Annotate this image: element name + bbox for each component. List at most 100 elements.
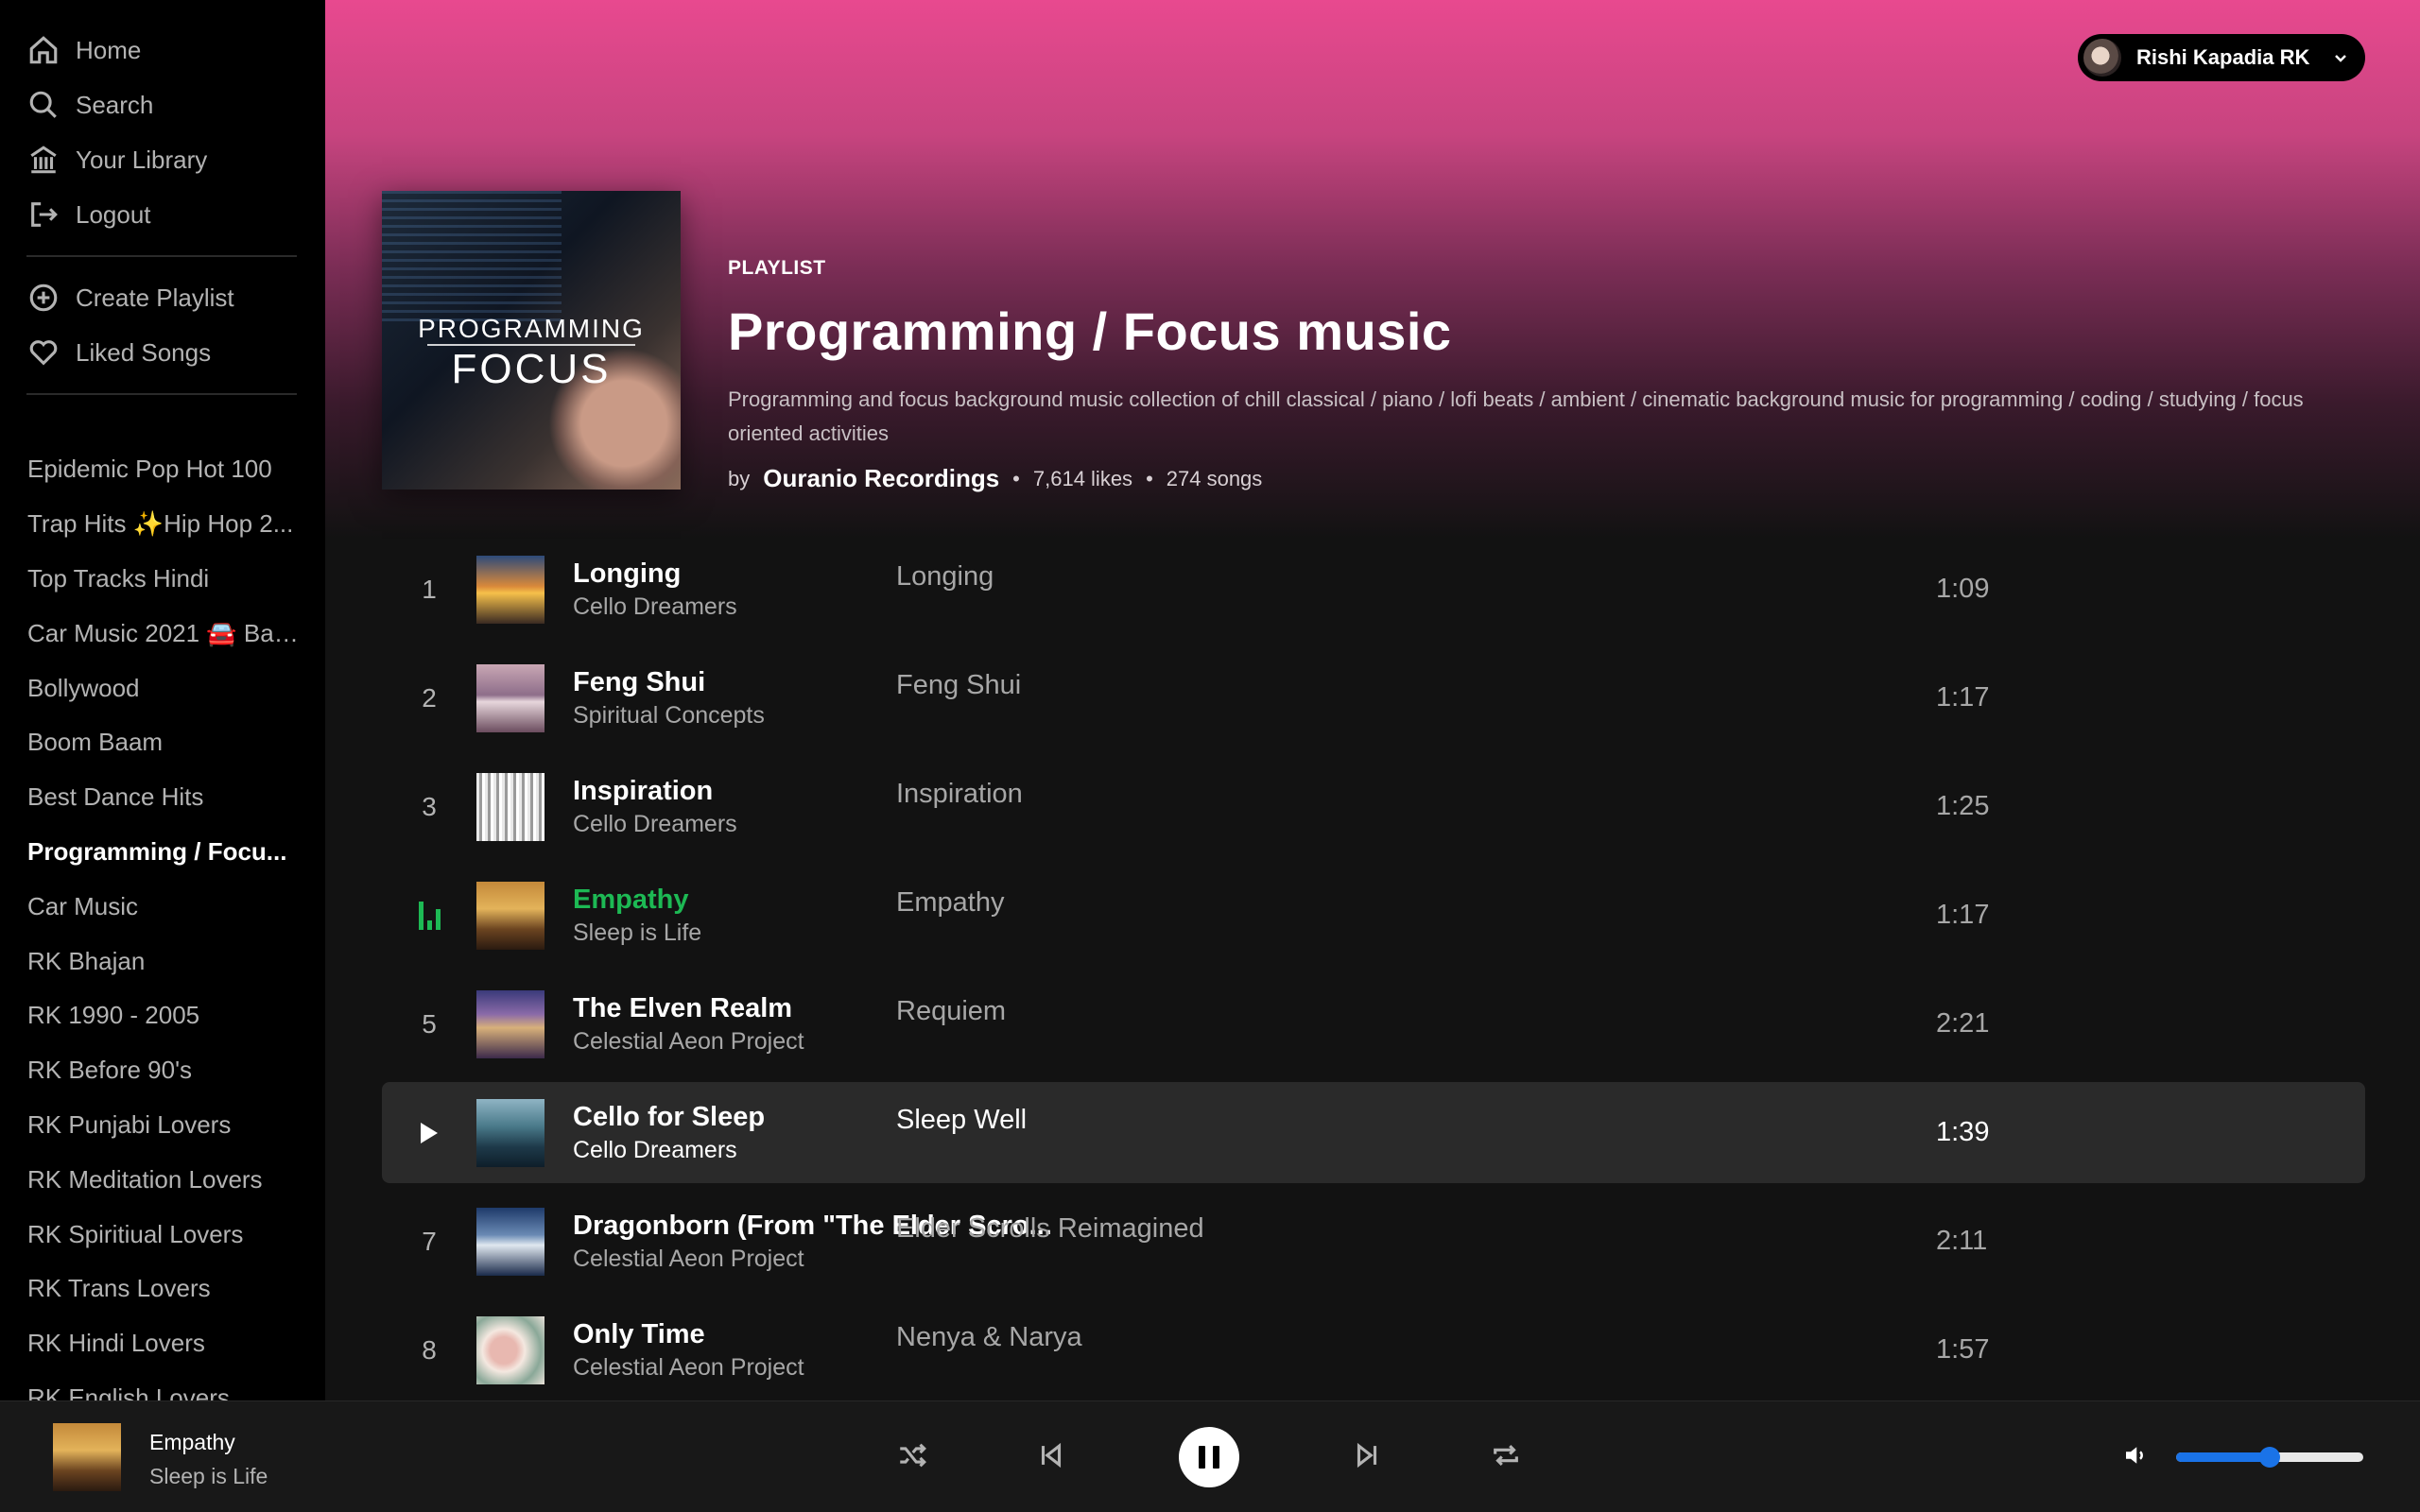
now-playing-title[interactable]: Empathy (149, 1430, 235, 1455)
track-album[interactable]: Empathy (896, 887, 1004, 919)
repeat-button[interactable] (1485, 1436, 1527, 1478)
sidebar-playlist-item[interactable]: RK Bhajan (0, 934, 325, 988)
playlist-owner-link[interactable]: Ouranio Recordings (763, 464, 999, 493)
track-album[interactable]: Longing (896, 561, 994, 593)
now-playing-artwork (53, 1423, 121, 1491)
track-row[interactable]: 3 Inspiration Cello Dreamers Inspiration… (382, 756, 2365, 857)
sidebar-playlist-item[interactable]: RK Hindi Lovers (0, 1316, 325, 1371)
playlist-type: PLAYLIST (728, 257, 826, 279)
playlist-label: Epidemic Pop Hot 100 (27, 455, 272, 484)
now-playing-artist[interactable]: Sleep is Life (149, 1464, 268, 1489)
nav-home[interactable]: Home (0, 23, 325, 77)
track-artist[interactable]: Cello Dreamers (573, 811, 1083, 838)
cover-code-decoration (382, 191, 562, 326)
next-button[interactable] (1346, 1436, 1388, 1478)
track-artwork (476, 772, 544, 841)
track-duration: 1:39 (1936, 1117, 1990, 1147)
sidebar-playlist-item[interactable]: Boom Baam (0, 715, 325, 770)
track-artist[interactable]: Celestial Aeon Project (573, 1246, 1083, 1273)
sidebar-playlist-item[interactable]: Best Dance Hits (0, 770, 325, 825)
pause-button[interactable] (1179, 1427, 1239, 1487)
sidebar-playlist-item[interactable]: RK Punjabi Lovers (0, 1098, 325, 1153)
nav-search[interactable]: Search (0, 77, 325, 132)
sidebar-playlist-item[interactable]: Epidemic Pop Hot 100 (0, 442, 325, 497)
track-artist[interactable]: Sleep is Life (573, 919, 1083, 947)
track-album[interactable]: Elder Scrolls Reimagined (896, 1213, 1204, 1245)
shuffle-icon (896, 1439, 928, 1476)
track-artist[interactable]: Cello Dreamers (573, 1137, 1083, 1164)
playlist-label: Trap Hits ✨Hip Hop 2... (27, 509, 294, 539)
track-title: Empathy (573, 884, 689, 915)
sidebar-playlist-item[interactable]: RK Before 90's (0, 1043, 325, 1098)
playlist-label: RK Punjabi Lovers (27, 1109, 232, 1139)
create-playlist-button[interactable]: Create Playlist (0, 270, 325, 325)
nav-library[interactable]: Your Library (0, 132, 325, 187)
library-icon (26, 143, 60, 177)
playlist-label: RK Hindi Lovers (27, 1329, 205, 1358)
track-row-hovered[interactable]: Cello for Sleep Cello Dreamers Sleep Wel… (382, 1082, 2365, 1183)
sidebar-playlist-item[interactable]: Trap Hits ✨Hip Hop 2... (0, 497, 325, 552)
track-album[interactable]: Feng Shui (896, 670, 1021, 701)
user-menu-button[interactable]: Rishi Kapadia RK (2078, 34, 2365, 81)
track-artist[interactable]: Celestial Aeon Project (573, 1028, 1083, 1056)
track-row[interactable]: 5 The Elven Realm Celestial Aeon Project… (382, 973, 2365, 1074)
track-row[interactable]: 1 Longing Cello Dreamers Longing 1:09 (382, 539, 2365, 640)
track-artwork (476, 1207, 544, 1276)
play-icon (421, 1122, 438, 1143)
track-row[interactable]: 2 Feng Shui Spiritual Concepts Feng Shui… (382, 647, 2365, 748)
home-icon (26, 33, 60, 67)
volume-slider-handle[interactable] (2259, 1447, 2280, 1468)
playlist-label: Bollywood (27, 673, 140, 702)
track-number: 2 (422, 682, 437, 713)
playlist-description: Programming and focus background music c… (728, 387, 2304, 445)
plus-circle-icon (26, 281, 60, 315)
play-track-button[interactable] (382, 1122, 476, 1143)
track-duration: 2:11 (1936, 1226, 1988, 1256)
search-icon (26, 88, 60, 122)
track-album[interactable]: Sleep Well (896, 1105, 1027, 1136)
track-artwork (476, 1315, 544, 1384)
playlist-label: RK Meditation Lovers (27, 1164, 263, 1194)
sidebar: Home Search Your Library Logout Create P… (0, 0, 325, 1412)
playlist-label: Car Music 2021 🚘 Bas... (27, 618, 299, 647)
track-duration: 1:57 (1936, 1334, 1990, 1365)
nav-search-label: Search (76, 90, 154, 119)
track-row[interactable]: 7 Dragonborn (From "The Elder Scro... Ce… (382, 1191, 2365, 1292)
sidebar-playlist-item[interactable]: Top Tracks Hindi (0, 552, 325, 607)
track-artist[interactable]: Spiritual Concepts (573, 702, 1083, 730)
volume-icon[interactable] (2121, 1441, 2150, 1469)
previous-button[interactable] (1030, 1436, 1072, 1478)
sidebar-playlist-item[interactable]: RK Spiritiual Lovers (0, 1207, 325, 1262)
sidebar-playlist-item[interactable]: RK Trans Lovers (0, 1262, 325, 1316)
volume-slider-fill (2176, 1452, 2270, 1462)
volume-slider[interactable] (2176, 1447, 2363, 1468)
likes-count: 7,614 likes (1032, 466, 1133, 490)
track-row[interactable]: 8 Only Time Celestial Aeon Project Nenya… (382, 1299, 2365, 1400)
sidebar-playlist-item[interactable]: Car Music 2021 🚘 Bas... (0, 606, 325, 661)
track-album[interactable]: Requiem (896, 996, 1006, 1027)
playlist-cover: PROGRAMMING FOCUS (382, 191, 681, 490)
liked-songs-button[interactable]: Liked Songs (0, 325, 325, 380)
sidebar-playlist-item[interactable]: Bollywood (0, 661, 325, 715)
repeat-icon (1490, 1439, 1522, 1476)
sidebar-playlist-item[interactable]: RK 1990 - 2005 (0, 988, 325, 1043)
nav-logout[interactable]: Logout (0, 187, 325, 242)
track-number: 8 (422, 1334, 437, 1365)
track-album[interactable]: Inspiration (896, 779, 1023, 810)
track-row-playing[interactable]: Empathy Sleep is Life Empathy 1:17 (382, 865, 2365, 966)
track-artist[interactable]: Celestial Aeon Project (573, 1354, 1083, 1382)
sidebar-playlist-item[interactable]: RK Meditation Lovers (0, 1152, 325, 1207)
playlist-meta: by Ouranio Recordings • 7,614 likes • 27… (728, 464, 2373, 493)
sidebar-playlist-item[interactable]: Car Music (0, 879, 325, 934)
playlist-info: PLAYLIST Programming / Focus music Progr… (728, 257, 2373, 493)
songs-count: 274 songs (1166, 466, 1263, 490)
shuffle-button[interactable] (891, 1436, 933, 1478)
track-album[interactable]: Nenya & Narya (896, 1322, 1082, 1353)
track-number: 1 (422, 574, 437, 604)
track-artist[interactable]: Cello Dreamers (573, 593, 1083, 621)
playlist-list: Epidemic Pop Hot 100 Trap Hits ✨Hip Hop … (0, 442, 325, 1425)
sidebar-playlist-item-active[interactable]: Programming / Focu... (0, 825, 325, 880)
chevron-down-icon (2331, 48, 2350, 67)
track-number: 3 (422, 791, 437, 821)
track-duration: 1:17 (1936, 900, 1990, 930)
